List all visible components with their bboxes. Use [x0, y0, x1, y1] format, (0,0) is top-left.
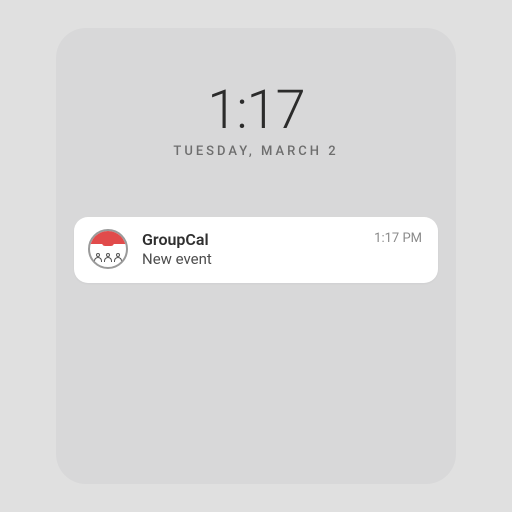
lock-screen: 1:17 TUESDAY, MARCH 2 GroupCal New event…	[56, 28, 456, 484]
groupcal-app-icon	[88, 229, 128, 269]
notification-card[interactable]: GroupCal New event 1:17 PM	[74, 217, 438, 283]
clock-time: 1:17	[56, 84, 456, 138]
notification-text: GroupCal New event	[142, 230, 360, 269]
notification-timestamp: 1:17 PM	[374, 231, 422, 246]
clock-block: 1:17 TUESDAY, MARCH 2	[56, 84, 456, 159]
notification-app-name: GroupCal	[142, 230, 360, 249]
notification-message: New event	[142, 250, 360, 269]
clock-date: TUESDAY, MARCH 2	[56, 144, 456, 159]
